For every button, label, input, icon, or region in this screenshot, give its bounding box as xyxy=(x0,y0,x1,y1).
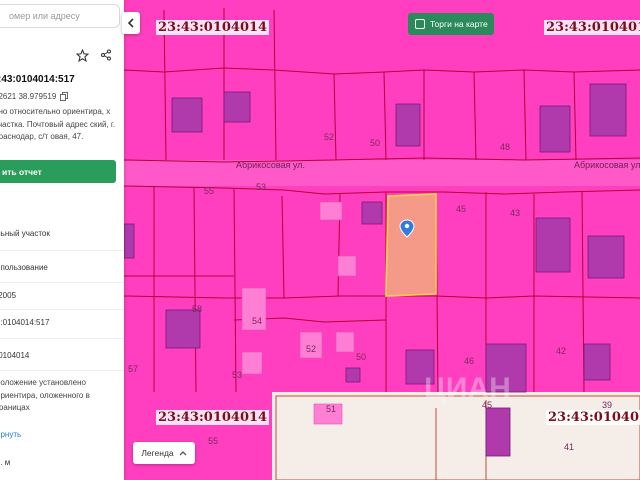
chevron-left-icon xyxy=(127,18,134,28)
share-icon xyxy=(101,49,111,61)
collapse-link[interactable]: ернуть xyxy=(0,430,21,439)
house-number: 55 xyxy=(208,436,218,446)
auctions-on-map-toggle[interactable]: Торги на карте xyxy=(408,13,494,35)
house-number: 58 xyxy=(192,304,202,314)
street-band xyxy=(124,160,640,186)
cadastral-map: Абрикосовая ул. Абрикосовая ул. 52 50 48… xyxy=(124,0,640,480)
land-use-value: епользование xyxy=(0,263,48,272)
zoning-area xyxy=(124,0,640,392)
house-number: 52 xyxy=(324,132,334,142)
house-number: 45 xyxy=(456,204,466,214)
chevron-up-icon xyxy=(179,451,187,456)
checkbox-icon[interactable] xyxy=(415,19,425,29)
zoning-area-lower xyxy=(124,392,272,480)
legend-button[interactable]: Легенда xyxy=(133,442,195,464)
house-number: 43 xyxy=(510,208,520,218)
star-icon xyxy=(75,48,89,62)
share-button[interactable] xyxy=(98,47,114,63)
get-report-button[interactable]: ить отчет xyxy=(0,160,116,183)
house-number: 53 xyxy=(232,370,242,380)
auctions-toggle-label: Торги на карте xyxy=(430,19,488,29)
parcel-info-panel: :43:0104014:517 62621 38.979519 ено отно… xyxy=(0,0,124,480)
house-number: 48 xyxy=(500,142,510,152)
house-number: 42 xyxy=(556,346,566,356)
copy-icon[interactable] xyxy=(60,92,69,101)
selected-parcel[interactable] xyxy=(385,193,437,297)
house-number: 51 xyxy=(326,404,336,414)
house-number: 57 xyxy=(128,364,138,374)
area-unit: в. м xyxy=(0,458,11,467)
coordinates-value: 62621 38.979519 xyxy=(0,92,57,101)
quarter-label: 23:43:0104014 xyxy=(156,20,270,35)
cadastral-quarter-value: :0104014 xyxy=(0,351,30,360)
house-number: 50 xyxy=(356,352,366,362)
parcel-address: ено относительно ориентира, х участка. П… xyxy=(0,107,116,141)
watermark: ЦИАН xyxy=(424,372,511,405)
house-number: 39 xyxy=(602,400,612,410)
parcel-type-value: льный участок xyxy=(0,229,50,238)
divider xyxy=(0,370,124,371)
house-number: 54 xyxy=(252,316,262,326)
house-number: 55 xyxy=(204,186,214,196)
legend-label: Легенда xyxy=(141,448,174,458)
quarter-label: 23:43:0104014 xyxy=(156,410,270,425)
divider xyxy=(0,250,124,251)
house-number: 50 xyxy=(370,138,380,148)
house-number: 53 xyxy=(256,182,266,192)
registration-date-value: .2005 xyxy=(0,291,17,300)
divider xyxy=(0,338,124,339)
search-input[interactable] xyxy=(0,4,120,28)
house-number: 41 xyxy=(564,442,574,452)
divider xyxy=(0,282,124,283)
map-canvas[interactable]: Абрикосовая ул. Абрикосовая ул. 52 50 48… xyxy=(124,0,640,480)
quarter-label: 23:43:010401 xyxy=(546,410,640,425)
quarter-label: 23:43:0104014 xyxy=(544,20,640,35)
street-label-left: Абрикосовая ул. xyxy=(236,160,305,170)
cadastral-number-value: 3:0104014:517 xyxy=(0,318,50,327)
coordinates-row: 62621 38.979519 xyxy=(0,92,69,101)
house-number: 46 xyxy=(464,356,474,366)
street-label-right: Абрикосовая ул. xyxy=(574,160,640,170)
favorite-button[interactable] xyxy=(74,47,90,63)
parcel-number: :43:0104014:517 xyxy=(0,74,75,85)
divider xyxy=(0,309,124,310)
location-note: положение установлено ориентира, оложенн… xyxy=(0,378,90,412)
collapse-sidebar-button[interactable] xyxy=(122,12,140,34)
house-number: 52 xyxy=(306,344,316,354)
